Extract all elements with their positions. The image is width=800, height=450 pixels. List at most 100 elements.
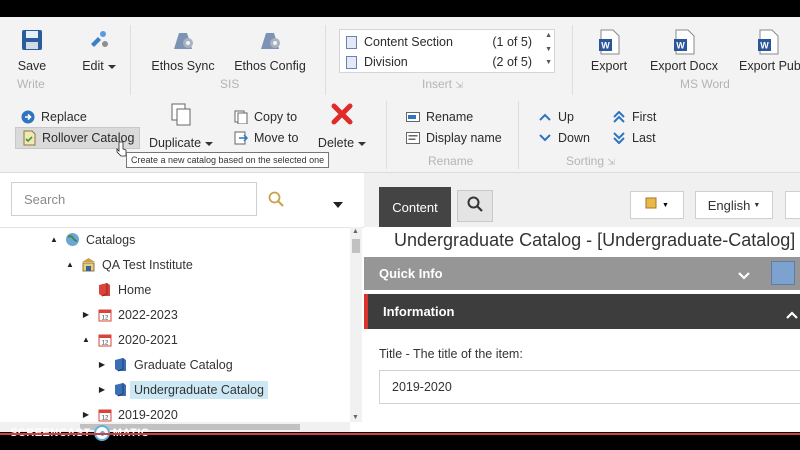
display-name-icon [405,130,421,146]
title-field-input[interactable] [379,370,800,404]
caret-down-icon[interactable] [333,195,343,213]
editor-pane: Content ▼ English ▼ Undergraduate Catalo… [364,173,800,432]
collapse-icon[interactable]: ▲ [80,335,92,344]
ethos-sync-button[interactable]: Ethos Sync [150,29,216,77]
ribbon-divider [130,25,131,95]
export-publish-button[interactable]: W Export Publ [736,29,800,77]
dialog-launcher-icon[interactable]: ⇲ [607,157,615,167]
edit-label: Edit [76,59,122,73]
chevron-up-icon [537,109,553,125]
group-label-insert: Insert ⇲ [422,77,463,91]
display-name-label: Display name [426,131,502,145]
expand-icon[interactable]: ▶ [80,310,92,319]
search-input[interactable] [11,182,257,216]
globe-icon [65,232,80,247]
expand-icon[interactable]: ▶ [96,385,108,394]
move-last-button[interactable]: Last [611,130,656,146]
floppy-disk-icon [21,29,43,54]
delete-x-icon [331,103,353,128]
insert-list-item[interactable]: Content Section (1 of 5) [346,32,532,52]
svg-text:12: 12 [101,340,108,346]
rename-button[interactable]: Rename [405,109,473,125]
display-name-button[interactable]: Display name [405,130,502,146]
scroll-up-icon[interactable]: ▲ [545,32,552,39]
scroll-up-icon[interactable]: ▲ [352,228,359,235]
word-document-icon: W [672,29,696,58]
ethos-sync-icon [171,29,195,54]
expand-list-icon[interactable]: ▼ [545,59,552,66]
more-button[interactable] [785,191,800,219]
tree-node-undergraduate-catalog[interactable]: ▶ Undergraduate Catalog [96,379,268,400]
move-down-button[interactable]: Down [537,130,590,146]
move-up-button[interactable]: Up [537,109,574,125]
tree-node-label: 2020-2021 [118,332,178,347]
search-icon[interactable] [268,191,284,212]
copy-to-label: Copy to [254,110,298,124]
information-section[interactable]: Information [364,294,800,329]
save-button[interactable]: Save [10,29,54,77]
delete-button[interactable]: Delete [317,103,367,153]
ethos-config-button[interactable]: Ethos Config [232,29,308,77]
delete-label: Delete [317,136,367,150]
insert-listbox[interactable]: Content Section (1 of 5) Division (2 of … [339,29,555,73]
export-button[interactable]: W Export [586,29,632,77]
word-document-icon: W [756,29,780,58]
search-tab-button[interactable] [457,190,493,222]
group-label-write: Write [17,77,45,91]
calendar-icon: 12 [97,307,112,322]
document-icon [346,35,357,49]
bookmark-dropdown[interactable]: ▼ [630,191,684,219]
group-label-sis: SIS [220,77,240,91]
tree-node-graduate-catalog[interactable]: ▶ Graduate Catalog [96,354,233,375]
chevron-down-icon[interactable] [738,268,750,283]
double-chevron-up-icon [611,109,627,125]
expand-icon[interactable]: ▶ [80,410,92,419]
tree-node-label: 2022-2023 [118,307,178,322]
quick-info-section[interactable]: Quick Info [364,257,800,290]
tree-node-catalogs[interactable]: ▲ Catalogs [48,229,135,250]
content-editor: Undergraduate Catalog - [Undergraduate-C… [364,227,800,432]
language-dropdown[interactable]: English ▼ [695,191,773,219]
replace-button[interactable]: Replace [20,109,87,125]
duplicate-label: Duplicate [146,136,216,150]
svg-text:W: W [601,41,610,51]
copy-to-button[interactable]: Copy to [233,109,297,125]
edit-button[interactable]: Edit [76,29,122,77]
tree-node-2020-2021[interactable]: ▲ 12 2020-2021 [80,329,178,350]
scroll-down-icon[interactable]: ▼ [352,414,359,421]
dialog-launcher-icon[interactable]: ⇲ [455,80,463,90]
duplicate-button[interactable]: Duplicate [146,103,216,153]
scrollbar-thumb[interactable] [352,239,360,253]
institution-icon [81,257,96,272]
replace-icon [20,109,36,125]
export-publish-label: Export Publ [739,59,800,73]
tree-node-2022-2023[interactable]: ▶ 12 2022-2023 [80,304,178,325]
tree-node-home[interactable]: Home [80,279,151,300]
collapse-icon[interactable]: ▲ [48,235,60,244]
save-label: Save [17,59,47,73]
content-tree: ▲ Catalogs ▲ QA Test Institute Home ▶ 12… [0,227,364,422]
move-first-button[interactable]: First [611,109,656,125]
ethos-config-icon [258,29,282,54]
book-icon [645,196,657,214]
move-to-label: Move to [254,131,299,145]
calendar-icon: 12 [97,332,112,347]
item-thumbnail [771,261,795,285]
tab-content[interactable]: Content [379,187,451,227]
expand-icon[interactable]: ▶ [96,360,108,369]
caret-down-icon: ▼ [753,201,761,209]
group-label-msword: MS Word [680,77,730,91]
move-to-button[interactable]: Move to [233,130,298,146]
quick-info-label: Quick Info [379,266,443,281]
search-icon [467,196,483,217]
scroll-down-icon[interactable]: ▼ [545,46,552,53]
collapse-icon[interactable]: ▲ [64,260,76,269]
tree-node-label: 2019-2020 [118,407,178,422]
export-docx-button[interactable]: W Export Docx [648,29,720,77]
last-label: Last [632,131,656,145]
chevron-up-icon[interactable] [786,307,798,322]
tree-node-qa-test-institute[interactable]: ▲ QA Test Institute [64,254,193,275]
watermark-recorded-with: RECORDED WITH [10,415,64,421]
vertical-scrollbar[interactable]: ▲ ▼ [350,227,362,422]
insert-list-item[interactable]: Division (2 of 5) [346,52,532,72]
